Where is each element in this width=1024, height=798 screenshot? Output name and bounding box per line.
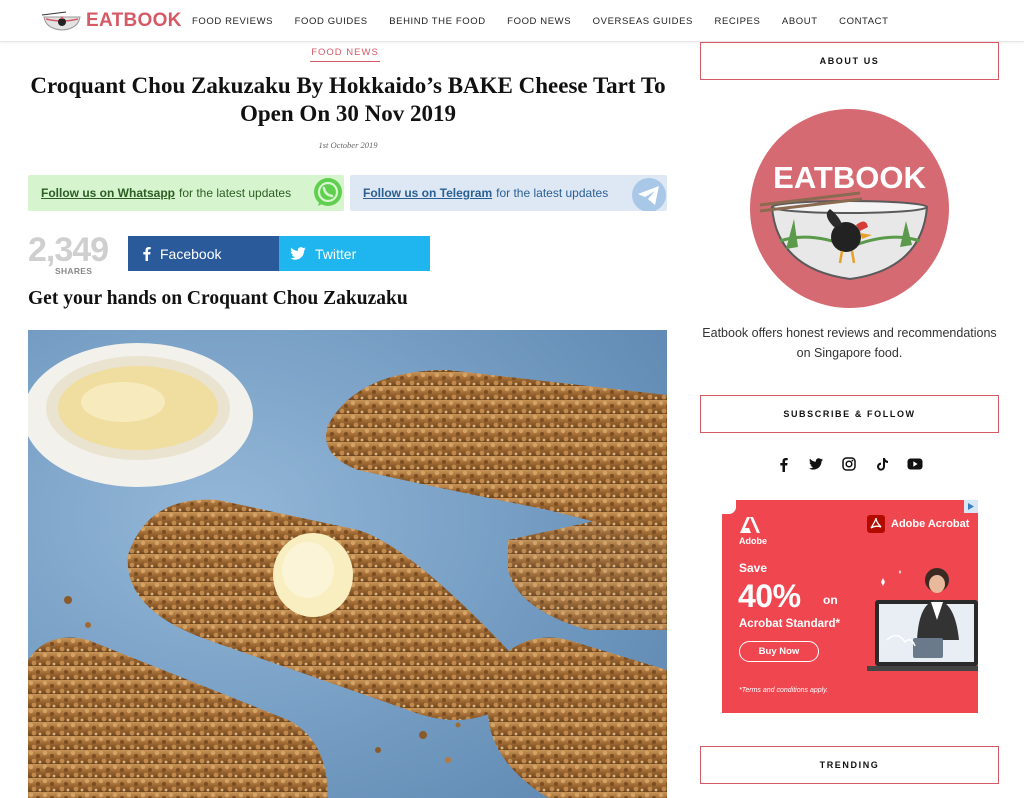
- instagram-icon[interactable]: [841, 456, 857, 472]
- main-nav: FOOD REVIEWS FOOD GUIDES BEHIND THE FOOD…: [192, 0, 910, 42]
- about-us-heading: ABOUT US: [700, 42, 999, 80]
- twitter-icon: [290, 247, 306, 260]
- ad-brand: Adobe Acrobat: [867, 515, 969, 533]
- nav-food-news[interactable]: FOOD NEWS: [507, 16, 571, 27]
- nav-about[interactable]: ABOUT: [782, 16, 818, 27]
- about-logo-image: EATBOOK: [750, 109, 949, 308]
- trending-heading: TRENDING: [700, 746, 999, 784]
- buy-now-button[interactable]: Buy Now: [739, 641, 819, 662]
- ad-on-text: on: [823, 593, 838, 607]
- facebook-icon[interactable]: [775, 456, 791, 472]
- adobe-mark: Adobe: [739, 516, 767, 546]
- telegram-link[interactable]: Follow us on Telegram: [363, 186, 492, 200]
- nav-contact[interactable]: CONTACT: [839, 16, 888, 27]
- site-logo[interactable]: EATBOOK: [41, 6, 182, 36]
- telegram-icon: [629, 175, 667, 211]
- twitter-icon[interactable]: [808, 456, 824, 472]
- ad-product: Acrobat Standard*: [739, 618, 840, 630]
- facebook-share-label: Facebook: [160, 245, 222, 262]
- subscribe-follow-heading: SUBSCRIBE & FOLLOW: [700, 395, 999, 433]
- whatsapp-banner[interactable]: Follow us on Whatsapp for the latest upd…: [28, 175, 344, 211]
- telegram-banner[interactable]: Follow us on Telegram for the latest upd…: [350, 175, 667, 211]
- article-date: 1st October 2019: [318, 140, 378, 150]
- nav-overseas-guides[interactable]: OVERSEAS GUIDES: [593, 16, 693, 27]
- twitter-share-button[interactable]: Twitter: [279, 236, 430, 271]
- twitter-share-label: Twitter: [315, 245, 357, 262]
- social-links: [775, 456, 940, 472]
- whatsapp-icon: [306, 175, 344, 211]
- ad-illustration: [867, 568, 978, 671]
- about-description: Eatbook offers honest reviews and recomm…: [702, 326, 997, 360]
- adobe-logo-icon: [740, 517, 760, 533]
- share-count-number: 2,349: [28, 231, 109, 269]
- facebook-icon: [143, 247, 151, 261]
- article-subheading: Get your hands on Croquant Chou Zakuzaku: [28, 288, 408, 309]
- article-title: Croquant Chou Zakuzaku By Hokkaido’s BAK…: [30, 73, 666, 126]
- whatsapp-banner-text: for the latest updates: [179, 186, 292, 200]
- share-count-label: SHARES: [55, 266, 93, 276]
- site-header: EATBOOK FOOD REVIEWS FOOD GUIDES BEHIND …: [0, 0, 1024, 42]
- ad-discount: 40%: [738, 578, 801, 614]
- nav-food-guides[interactable]: FOOD GUIDES: [295, 16, 368, 27]
- acrobat-icon: [867, 515, 885, 533]
- ad-corner-badge: [722, 500, 736, 514]
- ad-choices-icon[interactable]: [964, 500, 978, 513]
- bowl-logo-icon: [41, 10, 82, 32]
- share-count: 2,349 SHARES: [28, 231, 123, 276]
- adobe-mark-label: Adobe: [739, 536, 767, 546]
- whatsapp-link[interactable]: Follow us on Whatsapp: [41, 186, 175, 200]
- telegram-banner-text: for the latest updates: [496, 186, 609, 200]
- ad-terms: *Terms and conditions apply.: [739, 687, 829, 694]
- logo-text: EATBOOK: [86, 10, 182, 31]
- article-hero-image: [28, 330, 667, 798]
- adobe-acrobat-ad[interactable]: Adobe Adobe Acrobat Save 40% on Acrobat …: [722, 500, 978, 713]
- youtube-icon[interactable]: [907, 456, 923, 472]
- svg-text:EATBOOK: EATBOOK: [773, 160, 926, 195]
- ad-brand-label: Adobe Acrobat: [891, 518, 970, 530]
- facebook-share-button[interactable]: Facebook: [128, 236, 279, 271]
- ad-save-text: Save: [739, 561, 768, 575]
- nav-food-reviews[interactable]: FOOD REVIEWS: [192, 16, 273, 27]
- tiktok-icon[interactable]: [874, 456, 890, 472]
- nav-recipes[interactable]: RECIPES: [715, 16, 761, 27]
- nav-behind-the-food[interactable]: BEHIND THE FOOD: [389, 16, 485, 27]
- category-tag[interactable]: FOOD NEWS: [310, 47, 380, 62]
